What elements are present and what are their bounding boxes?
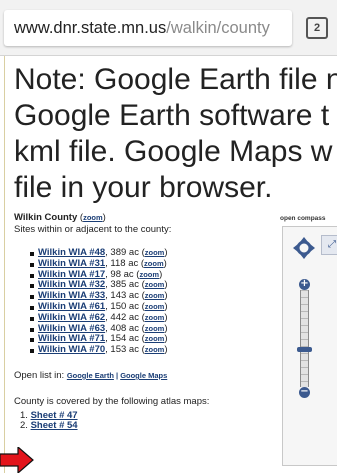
site-acres: , 154 ac ( — [105, 333, 145, 345]
county-zoom-link[interactable]: zoom — [83, 213, 103, 222]
sheet-number: 2. — [20, 419, 31, 431]
open-list-label: Open list in: — [14, 369, 67, 381]
site-link[interactable]: Wilkin WIA #61 — [38, 301, 105, 312]
site-link[interactable]: Wilkin WIA #33 — [38, 290, 105, 301]
paren: ) — [164, 279, 168, 291]
note-line: file in your browser. — [14, 171, 273, 204]
site-link[interactable]: Wilkin WIA #70 — [38, 344, 105, 355]
paren: ) — [164, 300, 168, 312]
fullscreen-icon[interactable]: ⤢ — [321, 235, 337, 255]
paren: ) — [163, 257, 167, 269]
atlas-text: County is covered by the following atlas… — [14, 395, 210, 407]
site-acres: , 153 ac ( — [105, 344, 145, 356]
red-arrow-icon — [0, 447, 34, 473]
site-link[interactable]: Wilkin WIA #71 — [38, 333, 105, 344]
atlas-sheets-list: 1. Sheet # 47 2. Sheet # 54 — [14, 410, 264, 431]
pan-compass-icon[interactable] — [293, 237, 315, 259]
site-zoom-link[interactable]: zoom — [144, 259, 164, 268]
paren: ) — [164, 247, 168, 258]
map-label: open compass — [280, 215, 326, 222]
zoom-slider-thumb[interactable] — [297, 347, 312, 352]
site-zoom-link[interactable]: zoom — [145, 334, 165, 343]
paren: ) — [164, 311, 168, 323]
site-link[interactable]: Wilkin WIA #48 — [38, 247, 105, 258]
site-link[interactable]: Wilkin WIA #32 — [38, 279, 105, 290]
list-item: Wilkin WIA #70, 153 ac (zoom) — [14, 344, 264, 356]
site-acres: , 98 ac ( — [105, 268, 140, 280]
site-acres: , 385 ac ( — [105, 279, 145, 291]
site-zoom-link[interactable]: zoom — [145, 313, 165, 322]
paren: ) — [164, 333, 168, 345]
paren: ) — [159, 268, 163, 280]
paren: ) — [164, 344, 168, 356]
site-zoom-link[interactable]: zoom — [145, 248, 165, 257]
site-zoom-link[interactable]: zoom — [145, 291, 165, 300]
site-acres: , 389 ac ( — [105, 247, 145, 258]
site-link[interactable]: Wilkin WIA #31 — [38, 258, 105, 269]
note-line: Google Earth software t — [14, 99, 330, 132]
zoom-out-button[interactable]: − — [299, 387, 310, 398]
content-border — [4, 56, 5, 473]
url-path: /walkin/county — [166, 19, 270, 37]
site-zoom-link[interactable]: zoom — [139, 270, 159, 279]
site-link[interactable]: Wilkin WIA #17 — [38, 269, 105, 280]
site-acres: , 150 ac ( — [105, 300, 145, 312]
open-list-row: Open list in: Google Earth | Google Maps — [14, 370, 264, 382]
sheet-link[interactable]: Sheet # 54 — [31, 420, 78, 431]
zoom-slider[interactable] — [300, 290, 309, 387]
site-acres: , 442 ac ( — [105, 311, 145, 323]
county-section: Wilkin County (zoom) Sites within or adj… — [14, 212, 264, 431]
tab-switcher-button[interactable]: 2 — [306, 17, 328, 39]
sites-subtitle: Sites within or adjacent to the county: — [14, 224, 172, 235]
county-title: Wilkin County — [14, 212, 78, 223]
site-zoom-link[interactable]: zoom — [145, 345, 165, 354]
paren: ) — [102, 212, 106, 223]
map-panel[interactable]: ⤢ + − — [282, 226, 337, 466]
site-acres: , 143 ac ( — [105, 290, 145, 302]
sites-list: Wilkin WIA #48, 389 ac (zoom) Wilkin WIA… — [14, 247, 264, 356]
url-bar[interactable]: www.dnr.state.mn.us/walkin/county — [4, 10, 292, 46]
paren: ) — [164, 322, 168, 334]
note-line: Note: Google Earth file n — [14, 63, 337, 96]
url-host: www.dnr.state.mn.us — [14, 19, 167, 37]
site-link[interactable]: Wilkin WIA #63 — [38, 323, 105, 334]
note-line: kml file. Google Maps w — [14, 135, 333, 168]
browser-toolbar: www.dnr.state.mn.us/walkin/county 2 — [0, 0, 337, 56]
page-content: Note: Google Earth file n Google Earth s… — [0, 56, 337, 473]
site-acres: , 118 ac ( — [105, 257, 145, 269]
site-link[interactable]: Wilkin WIA #62 — [38, 312, 105, 323]
note-text: Note: Google Earth file n Google Earth s… — [14, 62, 337, 206]
zoom-in-button[interactable]: + — [299, 279, 310, 290]
google-maps-link[interactable]: Google Maps — [120, 371, 167, 380]
paren: ) — [164, 290, 168, 302]
list-item: 2. Sheet # 54 — [14, 419, 264, 431]
site-zoom-link[interactable]: zoom — [145, 302, 165, 311]
site-acres: , 408 ac ( — [105, 322, 145, 334]
site-zoom-link[interactable]: zoom — [145, 280, 165, 289]
site-zoom-link[interactable]: zoom — [145, 324, 165, 333]
county-heading: Wilkin County (zoom) — [14, 212, 264, 224]
google-earth-link[interactable]: Google Earth — [67, 371, 114, 380]
